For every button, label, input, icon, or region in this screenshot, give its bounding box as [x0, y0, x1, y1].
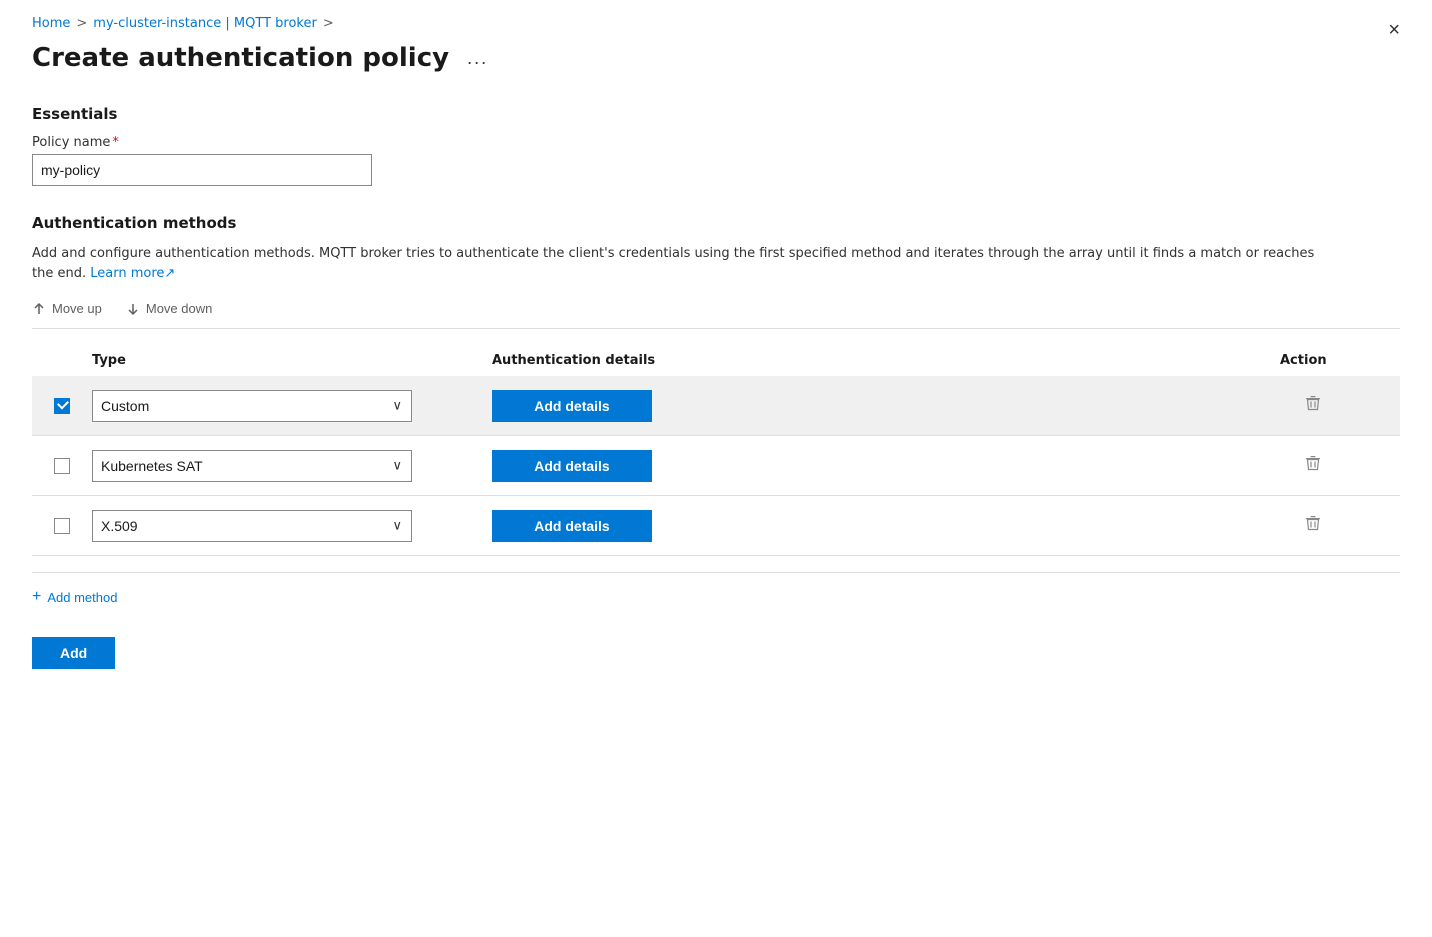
type-select-1[interactable]: Custom Kubernetes SAT X.509 — [92, 390, 412, 422]
type-select-2[interactable]: Custom Kubernetes SAT X.509 — [92, 450, 412, 482]
add-details-button-2[interactable]: Add details — [492, 450, 652, 482]
add-details-button-3[interactable]: Add details — [492, 510, 652, 542]
delete-button-2[interactable] — [1300, 450, 1326, 481]
trash-icon-3 — [1304, 514, 1322, 532]
select-wrapper-3: Custom Kubernetes SAT X.509 — [92, 510, 412, 542]
learn-more-link[interactable]: Learn more↗ — [90, 266, 175, 281]
trash-icon-2 — [1304, 454, 1322, 472]
breadcrumb-cluster[interactable]: my-cluster-instance | MQTT broker — [93, 16, 317, 31]
page-title: Create authentication policy — [32, 43, 449, 73]
breadcrumb-sep1: > — [76, 16, 87, 31]
auth-methods-section: Authentication methods Add and configure… — [32, 214, 1400, 669]
auth-details-cell-1: Add details — [492, 390, 1280, 422]
delete-button-1[interactable] — [1300, 390, 1326, 421]
move-down-button[interactable]: Move down — [126, 297, 212, 320]
auth-details-cell-2: Add details — [492, 450, 1280, 482]
col-action: Action — [1280, 353, 1400, 368]
required-star: * — [112, 135, 119, 150]
action-cell-2 — [1280, 450, 1400, 481]
add-button[interactable]: Add — [32, 637, 115, 669]
row-checkbox-1[interactable] — [54, 398, 70, 414]
table-row: Custom Kubernetes SAT X.509 Add details — [32, 376, 1400, 436]
row-checkbox-3[interactable] — [54, 518, 70, 534]
checkbox-cell-1 — [32, 398, 92, 414]
breadcrumb: Home > my-cluster-instance | MQTT broker… — [32, 16, 1400, 31]
select-wrapper-1: Custom Kubernetes SAT X.509 — [92, 390, 412, 422]
toolbar: Move up Move down — [32, 297, 1400, 329]
auth-methods-title: Authentication methods — [32, 214, 1400, 232]
col-type: Type — [92, 353, 492, 368]
table-container: Type Authentication details Action Custo… — [32, 345, 1400, 556]
add-method-button[interactable]: + Add method — [32, 585, 117, 609]
page-container: Home > my-cluster-instance | MQTT broker… — [0, 0, 1432, 937]
arrow-up-icon — [32, 302, 46, 316]
select-wrapper-2: Custom Kubernetes SAT X.509 — [92, 450, 412, 482]
policy-name-input[interactable] — [32, 154, 372, 186]
col-checkbox — [32, 353, 92, 368]
breadcrumb-home[interactable]: Home — [32, 16, 70, 31]
close-button[interactable]: × — [1388, 20, 1400, 40]
essentials-title: Essentials — [32, 105, 1400, 123]
table-header: Type Authentication details Action — [32, 345, 1400, 376]
action-cell-1 — [1280, 390, 1400, 421]
type-cell-1: Custom Kubernetes SAT X.509 — [92, 390, 492, 422]
policy-name-label: Policy name* — [32, 135, 1400, 150]
page-title-row: Create authentication policy ... — [32, 43, 1400, 73]
col-auth-details: Authentication details — [492, 353, 1280, 368]
type-cell-3: Custom Kubernetes SAT X.509 — [92, 510, 492, 542]
type-select-3[interactable]: Custom Kubernetes SAT X.509 — [92, 510, 412, 542]
checkbox-cell-3 — [32, 518, 92, 534]
type-cell-2: Custom Kubernetes SAT X.509 — [92, 450, 492, 482]
move-up-button[interactable]: Move up — [32, 297, 102, 320]
checkbox-cell-2 — [32, 458, 92, 474]
ellipsis-button[interactable]: ... — [461, 46, 494, 71]
table-row: Custom Kubernetes SAT X.509 Add details — [32, 436, 1400, 496]
row-checkbox-2[interactable] — [54, 458, 70, 474]
action-cell-3 — [1280, 510, 1400, 541]
trash-icon-1 — [1304, 394, 1322, 412]
table-row: Custom Kubernetes SAT X.509 Add details — [32, 496, 1400, 556]
auth-details-cell-3: Add details — [492, 510, 1280, 542]
essentials-section: Essentials Policy name* — [32, 105, 1400, 186]
add-method-row: + Add method — [32, 572, 1400, 609]
plus-icon: + — [32, 589, 41, 605]
delete-button-3[interactable] — [1300, 510, 1326, 541]
breadcrumb-sep2: > — [323, 16, 334, 31]
arrow-down-icon — [126, 302, 140, 316]
add-details-button-1[interactable]: Add details — [492, 390, 652, 422]
auth-methods-desc: Add and configure authentication methods… — [32, 244, 1332, 283]
